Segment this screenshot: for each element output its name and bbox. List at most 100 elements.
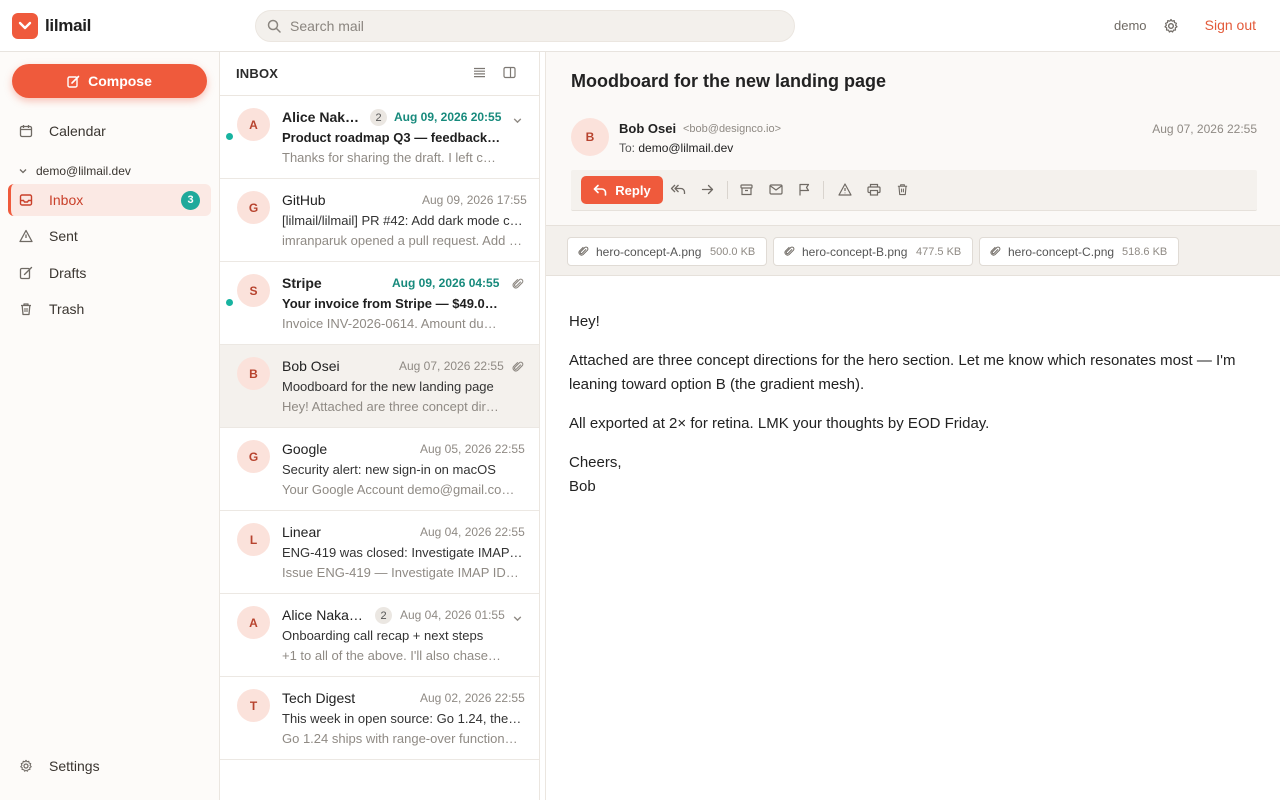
sender-name: Google <box>282 441 328 457</box>
message-preview: imranparuk opened a pull request. Add a … <box>282 233 524 248</box>
current-user: demo <box>1114 18 1147 33</box>
compose-button[interactable]: Compose <box>12 64 207 98</box>
avatar: T <box>237 689 270 722</box>
message-subject: Your invoice from Stripe — $49.00 due <box>282 296 502 311</box>
flag-icon[interactable] <box>798 183 811 201</box>
message-preview: Go 1.24 ships with range-over functions … <box>282 731 524 746</box>
archive-icon[interactable] <box>740 183 753 201</box>
avatar: A <box>237 108 270 141</box>
message-date: Aug 09, 2026 20:55 <box>394 110 502 124</box>
attachment-chip[interactable]: hero-concept-C.png 518.6 KB <box>979 237 1180 266</box>
sidebar-item-label: Calendar <box>49 123 106 139</box>
chevron-down-icon <box>19 169 27 174</box>
message-date: Aug 07, 2026 22:55 <box>399 359 504 373</box>
list-item[interactable]: L Linear Aug 04, 2026 22:55 ENG-419 was … <box>220 511 539 594</box>
avatar: S <box>237 274 270 307</box>
message-preview: Hey! Attached are three concept directio… <box>282 399 502 414</box>
split-view-icon[interactable] <box>503 66 516 84</box>
message-preview: Thanks for sharing the draft. I left com… <box>282 150 502 165</box>
sidebar-item-inbox[interactable]: Inbox 3 <box>8 184 211 216</box>
list-item[interactable]: A Alice Nakamura 2 Aug 04, 2026 01:55 On… <box>220 594 539 677</box>
sidebar-item-trash[interactable]: Trash <box>8 293 211 325</box>
sidebar-item-label: Drafts <box>49 265 87 281</box>
app-logo[interactable]: lilmail <box>12 13 91 39</box>
chevron-down-icon[interactable] <box>512 113 523 131</box>
spam-icon[interactable] <box>838 183 852 201</box>
reply-all-icon[interactable] <box>670 183 686 201</box>
trash-icon[interactable] <box>896 183 909 201</box>
message-preview: Invoice INV-2026-0614. Amount due: $49.0… <box>282 316 502 331</box>
calendar-icon <box>18 124 34 138</box>
search-input[interactable] <box>290 18 770 34</box>
signoff-text: Cheers, <box>569 454 622 471</box>
list-item[interactable]: G Google Aug 05, 2026 22:55 Security ale… <box>220 428 539 511</box>
list-item[interactable]: T Tech Digest Aug 02, 2026 22:55 This we… <box>220 677 539 760</box>
message-body: Hey! Attached are three concept directio… <box>569 310 1264 499</box>
chevron-down-icon[interactable] <box>512 611 523 629</box>
message-subject: [lilmail/lilmail] PR #42: Add dark mode … <box>282 213 524 228</box>
message-date: Aug 02, 2026 22:55 <box>420 691 525 705</box>
sent-icon <box>18 229 34 243</box>
message-subject: This week in open source: Go 1.24, the S… <box>282 711 524 726</box>
message-reader: Moodboard for the new landing page B Bob… <box>545 52 1280 800</box>
thread-count: 2 <box>375 607 392 624</box>
gear-icon[interactable] <box>1163 18 1179 39</box>
sidebar-item-calendar[interactable]: Calendar <box>8 115 211 147</box>
message-date: Aug 04, 2026 01:55 <box>400 608 505 622</box>
top-bar: lilmail demo Sign out <box>0 0 1280 52</box>
search-bar[interactable] <box>255 10 795 42</box>
body-greeting: Hey! <box>569 313 600 330</box>
logo-icon <box>12 13 38 39</box>
folder-title: INBOX <box>236 66 279 81</box>
message-title: Moodboard for the new landing page <box>571 71 886 91</box>
recipient-line: To: demo@lilmail.dev <box>619 141 733 155</box>
list-item[interactable]: S Stripe Aug 09, 2026 04:55 Your invoice… <box>220 262 539 345</box>
mark-unread-icon[interactable] <box>769 183 783 201</box>
sidebar-item-settings[interactable]: Settings <box>8 750 211 782</box>
app-name: lilmail <box>45 16 92 35</box>
unread-dot <box>226 299 233 306</box>
avatar: A <box>237 606 270 639</box>
sign-out-link[interactable]: Sign out <box>1205 17 1256 33</box>
sidebar-item-drafts[interactable]: Drafts <box>8 257 211 289</box>
list-header: INBOX <box>220 52 539 96</box>
thread-count: 2 <box>370 109 387 126</box>
message-toolbar: Reply <box>571 170 1257 211</box>
forward-icon[interactable] <box>701 183 714 201</box>
paperclip-icon <box>990 246 1001 256</box>
list-item[interactable]: A Alice Nakamura 2 Aug 09, 2026 20:55 Pr… <box>220 96 539 179</box>
paperclip-icon <box>784 246 795 256</box>
list-item[interactable]: B Bob Osei Aug 07, 2026 22:55 Moodboard … <box>220 345 539 428</box>
attachment-size: 518.6 KB <box>1122 245 1168 258</box>
paperclip-icon <box>578 246 589 256</box>
message-list: INBOX A Alice Nakamura 2 Aug 09, 2026 20… <box>220 52 540 800</box>
message-date: Aug 09, 2026 04:55 <box>392 276 500 290</box>
attachment-name: hero-concept-C.png <box>1008 244 1115 259</box>
to-label: To: <box>619 141 636 155</box>
avatar: L <box>237 523 270 556</box>
attachments-bar: hero-concept-A.png 500.0 KB hero-concept… <box>546 225 1280 276</box>
body-paragraph: Attached are three concept directions fo… <box>569 352 1236 393</box>
message-preview: +1 to all of the above. I'll also chase … <box>282 648 502 663</box>
body-paragraph: All exported at 2× for retina. LMK your … <box>569 415 990 432</box>
attachment-chip[interactable]: hero-concept-A.png 500.0 KB <box>567 237 768 266</box>
reply-button[interactable]: Reply <box>581 176 663 204</box>
attachment-chip[interactable]: hero-concept-B.png 477.5 KB <box>773 237 974 266</box>
paperclip-icon <box>512 277 524 295</box>
message-preview: Your Google Account demo@gmail.com was j… <box>282 482 524 497</box>
list-item[interactable]: G GitHub Aug 09, 2026 17:55 [lilmail/lil… <box>220 179 539 262</box>
sender-name: Bob Osei <box>282 358 340 374</box>
trash-icon <box>18 302 34 316</box>
message-subject: Product roadmap Q3 — feedback welcome <box>282 130 502 145</box>
compose-label: Compose <box>88 73 152 89</box>
account-group[interactable]: demo@lilmail.dev <box>18 164 131 178</box>
print-icon[interactable] <box>867 183 881 201</box>
search-icon <box>267 19 281 33</box>
sidebar-item-sent[interactable]: Sent <box>8 220 211 252</box>
density-icon[interactable] <box>473 66 486 84</box>
message-subject: ENG-419 was closed: Investigate IMAP IDL… <box>282 545 524 560</box>
message-date: Aug 04, 2026 22:55 <box>420 525 525 539</box>
sidebar-item-label: Settings <box>49 758 100 774</box>
message-preview: Issue ENG-419 — Investigate IMAP IDLE re… <box>282 565 524 580</box>
avatar: B <box>571 118 609 156</box>
